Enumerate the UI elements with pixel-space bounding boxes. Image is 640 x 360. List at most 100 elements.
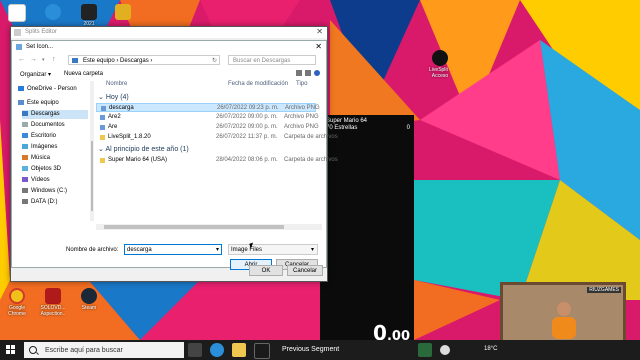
navigation-scrollbar[interactable]	[90, 81, 94, 221]
file-type: Archivo PNG	[284, 114, 319, 120]
address-bar[interactable]: Este equipo › Descargas › ↻	[68, 55, 220, 65]
horizontal-scrollbar[interactable]	[96, 224, 322, 230]
close-icon[interactable]: ✕	[315, 42, 322, 51]
sidebar-item-videos[interactable]: Vídeos	[22, 176, 92, 185]
command-bar: Organizar ▾ Nueva carpeta	[12, 69, 326, 79]
new-folder-button[interactable]: Nueva carpeta	[64, 71, 103, 77]
group-label: Hoy (4)	[105, 94, 129, 101]
help-icon[interactable]	[314, 70, 320, 76]
view-controls	[293, 70, 320, 78]
file-row[interactable]: Are 26/07/2022 09:00 p. m. Archivo PNG	[96, 123, 319, 132]
desktop-icon-sm2021[interactable]: SOLOVD... Aspection..	[38, 288, 68, 317]
file-name: descarga	[109, 105, 134, 111]
search-icon	[29, 346, 37, 354]
desktop-icon-2021[interactable]: 2021	[74, 4, 104, 27]
sidebar-item-label: Este equipo	[27, 100, 59, 106]
back-arrow-icon[interactable]: ←	[18, 56, 25, 63]
scrollbar-thumb[interactable]	[104, 225, 284, 229]
group-header-principio-ano[interactable]: ⌄ Al principio de este año (1)	[98, 145, 189, 153]
preview-pane-icon[interactable]	[305, 70, 311, 76]
group-header-hoy[interactable]: ⌄ Hoy (4)	[98, 93, 129, 101]
ok-button[interactable]: OK	[249, 265, 283, 276]
desktop-icon-label: Google Chrome	[8, 305, 26, 317]
navigation-bar: ← → ▾ ↑ Este equipo › Descargas › ↻ Busc…	[12, 53, 326, 67]
sidebar-item-label: Objetos 3D	[31, 166, 62, 172]
windows-start-icon[interactable]	[6, 345, 16, 355]
splits-cancel-button[interactable]: Cancelar	[287, 265, 323, 276]
sidebar-item-label: Windows (C:)	[31, 188, 68, 194]
forward-arrow-icon[interactable]: →	[30, 56, 37, 63]
file-type: Archivo PNG	[285, 105, 320, 111]
search-input[interactable]: Buscar en Descargas	[228, 55, 316, 65]
sidebar-item-documentos[interactable]: Documentos	[22, 121, 92, 130]
file-row[interactable]: descarga 26/07/2022 09:23 p. m. Archivo …	[96, 103, 320, 112]
download-icon	[72, 58, 78, 63]
splits-editor-title: Splits Editor	[25, 29, 58, 35]
desktop-icon-chrome-old[interactable]	[2, 4, 32, 23]
sidebar-item-descargas[interactable]: Descargas	[22, 110, 88, 119]
file-row[interactable]: Are2 26/07/2022 09:00 p. m. Archivo PNG	[96, 113, 319, 122]
task-view-icon[interactable]	[188, 343, 202, 357]
sidebar-item-label: Descargas	[31, 111, 60, 117]
weather-icon[interactable]	[440, 345, 450, 355]
organize-button[interactable]: Organizar ▾	[20, 71, 51, 78]
game-icon	[115, 4, 131, 20]
file-name: Are	[108, 124, 118, 130]
drive-icon	[22, 198, 28, 204]
group-label: Al principio de este año (1)	[105, 146, 189, 153]
chrome-icon	[8, 4, 26, 22]
video-icon	[22, 176, 28, 182]
file-dialog-titlebar[interactable]: Set Icon... ✕	[12, 41, 326, 53]
sidebar-item-escritorio[interactable]: Escritorio	[22, 132, 92, 141]
edge-icon[interactable]	[210, 343, 224, 357]
sidebar-item-label: Música	[31, 155, 51, 161]
filename-label: Nombre de archivo:	[66, 247, 119, 253]
desktop-icon-steam[interactable]: Steam	[74, 288, 104, 311]
refresh-icon[interactable]: ↻	[212, 56, 217, 66]
file-explorer-icon[interactable]	[232, 343, 246, 357]
filename-input[interactable]: descarga ▾	[124, 244, 222, 255]
navigation-pane: OneDrive - Person Este equipo Descargas …	[18, 81, 88, 221]
sidebar-item-data-d[interactable]: DATA (D:)	[22, 198, 92, 207]
sidebar-item-label: OneDrive - Person	[27, 86, 77, 92]
file-name: Super Mario 64 (USA)	[108, 157, 168, 163]
scrollbar-thumb[interactable]	[91, 141, 93, 211]
livesplit-game-title: Super Mario 64	[326, 118, 368, 124]
view-options-icon[interactable]	[296, 70, 302, 76]
desktop-icon-game[interactable]	[108, 4, 138, 21]
up-arrow-icon[interactable]: ↑	[52, 56, 56, 63]
app-icon[interactable]	[418, 343, 432, 357]
sidebar-item-imagenes[interactable]: Imágenes	[22, 143, 92, 152]
download-icon	[22, 110, 28, 116]
filetype-select[interactable]: Image Files ▾	[228, 244, 318, 255]
file-row[interactable]: LiveSplit_1.8.20 26/07/2022 11:37 p. m. …	[96, 133, 338, 142]
sidebar-item-objetos-3d[interactable]: Objetos 3D	[22, 165, 92, 174]
breadcrumb-descargas[interactable]: Descargas	[120, 58, 149, 64]
sidebar-item-windows-c[interactable]: Windows (C:)	[22, 187, 92, 196]
livesplit-taskbar-icon[interactable]	[254, 343, 270, 359]
taskbar-search-box[interactable]: Escribe aquí para buscar	[24, 342, 184, 358]
chevron-down-icon[interactable]: ▾	[42, 57, 45, 63]
splits-editor-window[interactable]: Splits Editor ✕ Set Icon... ✕ ← → ▾ ↑ Es…	[10, 26, 338, 282]
column-header-name[interactable]: Nombre	[106, 81, 127, 91]
streamer-figure	[552, 302, 576, 339]
sidebar-item-onedrive[interactable]: OneDrive - Person	[18, 85, 88, 94]
desktop-icon-chrome[interactable]: Google Chrome	[2, 288, 32, 317]
splits-editor-titlebar[interactable]: Splits Editor ✕	[11, 27, 327, 38]
sidebar-item-musica[interactable]: Música	[22, 154, 92, 163]
column-header-date[interactable]: Fecha de modificación	[228, 81, 288, 91]
breadcrumb-este-equipo[interactable]: Este equipo	[83, 58, 115, 64]
computer-icon	[18, 99, 24, 105]
sidebar-item-este-equipo[interactable]: Este equipo	[18, 99, 88, 108]
desktop-icon-livesplit[interactable]: LiveSplit - Acceso	[424, 50, 456, 79]
livesplit-window[interactable]: Super Mario 64 70 Estrellas 0 0.00	[320, 115, 414, 345]
file-date: 26/07/2022 09:00 p. m.	[216, 114, 278, 120]
close-icon[interactable]: ✕	[316, 27, 323, 36]
column-header-type[interactable]: Tipo	[296, 81, 307, 91]
chevron-down-icon[interactable]: ▾	[216, 245, 219, 256]
file-row[interactable]: Super Mario 64 (USA) 28/04/2022 08:06 p.…	[96, 156, 338, 165]
image-file-icon	[100, 125, 105, 130]
livesplit-icon	[432, 50, 448, 66]
desktop-icon-edge[interactable]	[38, 4, 68, 21]
open-file-dialog[interactable]: Set Icon... ✕ ← → ▾ ↑ Este equipo › Desc…	[11, 40, 338, 270]
